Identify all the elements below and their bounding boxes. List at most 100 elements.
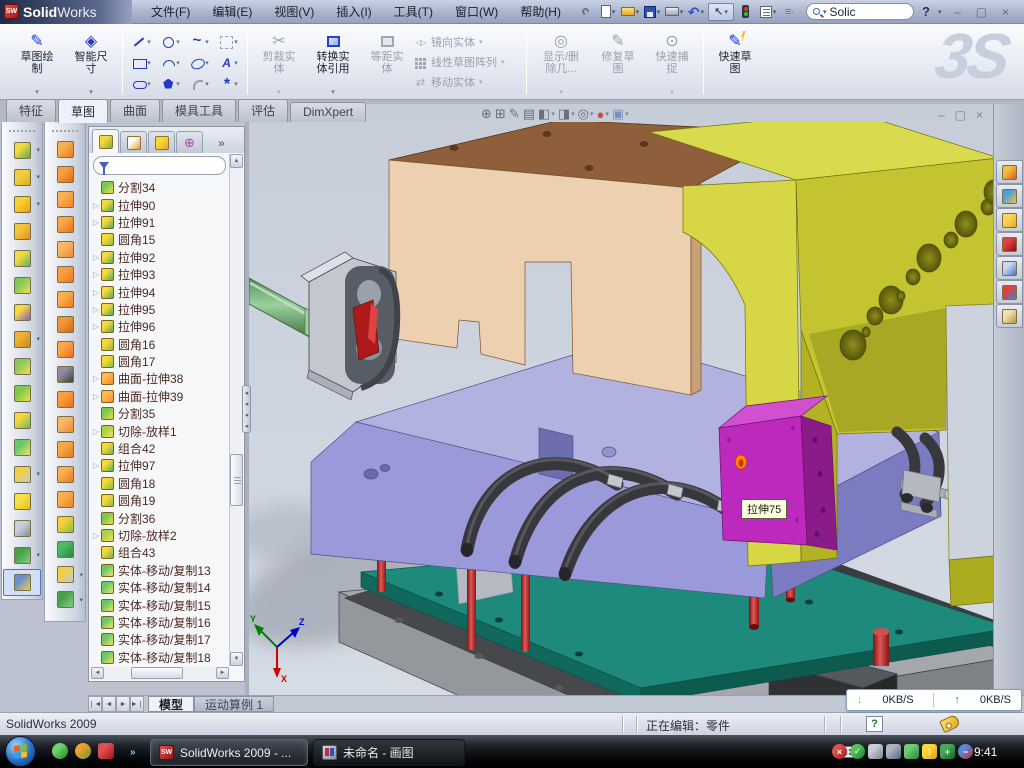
nav-first-button[interactable]: ❘◄ <box>88 696 102 712</box>
surface-fillet-icon[interactable] <box>46 512 84 537</box>
search-dropdown-icon[interactable]: ▾ <box>823 8 827 16</box>
scroll-thumb[interactable] <box>230 454 243 506</box>
search-box[interactable]: ▾ <box>806 3 914 20</box>
feature-tree-item[interactable]: 拉伸90 <box>91 196 227 213</box>
options-button[interactable]: ▾ <box>758 3 778 21</box>
toolbar-grip[interactable] <box>9 130 35 134</box>
feature-tree-item[interactable]: 实体-移动/复制14 <box>91 579 227 596</box>
repair-sketch-button[interactable]: ✎ 修复草 图 <box>591 28 645 97</box>
feature-tree-item[interactable]: 圆角15 <box>91 231 227 248</box>
thicken-icon[interactable] <box>46 487 84 512</box>
tab-mold-tools[interactable]: 模具工具 <box>162 99 236 122</box>
radiate-surface-icon[interactable] <box>46 312 84 337</box>
expand-arrow-icon[interactable] <box>91 305 101 314</box>
configurationmanager-tab[interactable] <box>148 131 175 153</box>
feature-tree-item[interactable]: 拉伸97 <box>91 457 227 474</box>
taskbar-button-solidworks[interactable]: SW SolidWorks 2009 - ... <box>150 739 308 766</box>
tree-filter-input[interactable] <box>93 156 226 175</box>
feature-tree-item[interactable]: 实体-移动/复制16 <box>91 614 227 631</box>
feature-tree-item[interactable]: 拉伸95 <box>91 301 227 318</box>
linear-pattern-icon[interactable] <box>3 326 41 353</box>
feature-tree-item[interactable]: 实体-移动/复制18 <box>91 649 227 666</box>
menu-item[interactable]: 编辑(E) <box>203 1 261 22</box>
3d-model-scene[interactable]: Y Z X <box>249 122 993 695</box>
arc-tool[interactable]: ▾ <box>156 52 185 73</box>
motion-study-tab[interactable]: 运动算例 1 <box>194 696 274 712</box>
volume-icon[interactable] <box>886 744 901 759</box>
overflow-chevron[interactable]: » <box>218 136 225 153</box>
zoom-to-fit-icon[interactable]: ⊕ <box>481 106 492 122</box>
move-copy-body-icon[interactable] <box>3 434 41 461</box>
tab-evaluate[interactable]: 评估 <box>238 99 288 122</box>
menu-item[interactable]: 工具(T) <box>385 1 442 22</box>
part-sprue-bushing-assembly[interactable] <box>249 252 397 400</box>
restore-button[interactable]: ▢ <box>973 5 989 19</box>
apply-scene-icon[interactable]: ▣ <box>612 106 629 122</box>
av-shield-icon[interactable]: ✓ <box>850 744 865 759</box>
custom-properties-tab[interactable] <box>996 304 1023 328</box>
appearances-scenes-tab[interactable] <box>996 280 1023 304</box>
feature-tree-item[interactable]: 切除-放样2 <box>91 527 227 544</box>
quick-snaps-button[interactable]: ⊙ 快速捕 捉▾ <box>645 28 699 97</box>
display-style-icon[interactable]: ◨ <box>558 106 575 122</box>
defender-icon[interactable]: + <box>940 744 955 759</box>
extruded-surface-icon[interactable] <box>46 187 84 212</box>
design-library-tab[interactable] <box>996 184 1023 208</box>
feature-tree-item[interactable]: 实体-移动/复制13 <box>91 562 227 579</box>
feature-tree-item[interactable]: 拉伸92 <box>91 249 227 266</box>
start-button[interactable] <box>5 736 36 767</box>
tab-features[interactable]: 特征 <box>6 99 56 122</box>
display-delete-relations-button[interactable]: ◎ 显示/删 除几...▾ <box>531 28 591 97</box>
nav-last-button[interactable]: ►❘ <box>130 696 144 712</box>
expand-arrow-icon[interactable] <box>91 392 101 401</box>
undo-button[interactable]: ↶▾ <box>686 3 706 21</box>
dimxpertmanager-tab[interactable]: ⊕ <box>176 131 203 153</box>
scroll-up-button[interactable]: ▲ <box>230 154 243 168</box>
menu-item[interactable]: 视图(V) <box>265 1 323 22</box>
sync-blocked-icon[interactable]: − <box>958 744 973 759</box>
feature-tree-item[interactable]: 拉伸94 <box>91 283 227 300</box>
marquee-select-tool[interactable]: ▾ <box>214 31 243 52</box>
smart-dimension-button[interactable]: ◈ 智能尺 寸▾ <box>64 28 118 97</box>
extruded-boss-icon[interactable] <box>3 137 41 164</box>
new-document-button[interactable]: ▾ <box>598 3 618 21</box>
expand-arrow-icon[interactable] <box>91 270 101 279</box>
feature-tree-item[interactable]: 曲面-拉伸38 <box>91 370 227 387</box>
feature-tree-item[interactable]: 圆角18 <box>91 475 227 492</box>
open-button[interactable]: ▾ <box>620 3 640 21</box>
nav-prev-button[interactable]: ◄ <box>102 696 116 712</box>
planar-surface-icon[interactable] <box>46 262 84 287</box>
rebuild-button[interactable] <box>736 3 756 21</box>
dome-icon[interactable] <box>46 537 84 562</box>
tree-horizontal-scrollbar[interactable]: ◄ ► <box>91 667 229 680</box>
circle-tool[interactable]: ▾ <box>156 31 185 52</box>
offset-surface-icon[interactable] <box>46 287 84 312</box>
feature-tree-item[interactable]: 分割35 <box>91 405 227 422</box>
slot-tool[interactable]: ▾ <box>127 73 156 94</box>
status-help-button[interactable]: ? <box>866 716 883 732</box>
filter-button[interactable]: ≡· <box>780 3 800 21</box>
scroll-down-button[interactable]: ▼ <box>230 652 243 666</box>
feature-tree-item[interactable]: 实体-移动/复制17 <box>91 631 227 648</box>
network-speed-widget[interactable]: ↓ 0KB/S ↑ 0KB/S <box>846 689 1022 711</box>
linear-sketch-pattern-button[interactable]: 线性草图阵列 ▾ <box>414 52 522 72</box>
taskbar-button-paint[interactable]: 未命名 - 画图 <box>313 739 465 766</box>
xbox-icon[interactable] <box>75 743 91 759</box>
extend-surface-icon[interactable] <box>46 412 84 437</box>
plane-icon[interactable] <box>3 488 41 515</box>
view-orientation-icon[interactable]: ◧ <box>538 106 555 122</box>
search-input[interactable] <box>830 5 894 19</box>
feature-tree-item[interactable]: 圆角19 <box>91 492 227 509</box>
taskbar-clock[interactable]: 9:41 <box>974 745 997 759</box>
fillet-icon[interactable] <box>3 191 41 218</box>
feature-tree-item[interactable]: 拉伸96 <box>91 318 227 335</box>
close-button[interactable]: × <box>997 5 1013 19</box>
tab-surfaces[interactable]: 曲面 <box>110 99 160 122</box>
propertymanager-tab[interactable] <box>120 131 147 153</box>
curve-icon[interactable] <box>3 542 41 569</box>
feature-tree-item[interactable]: 圆角16 <box>91 336 227 353</box>
feature-tree-item[interactable]: 曲面-拉伸39 <box>91 388 227 405</box>
status-tag-icon[interactable] <box>939 714 961 733</box>
warning-icon[interactable]: ! <box>922 744 937 759</box>
expand-arrow-icon[interactable] <box>91 374 101 383</box>
